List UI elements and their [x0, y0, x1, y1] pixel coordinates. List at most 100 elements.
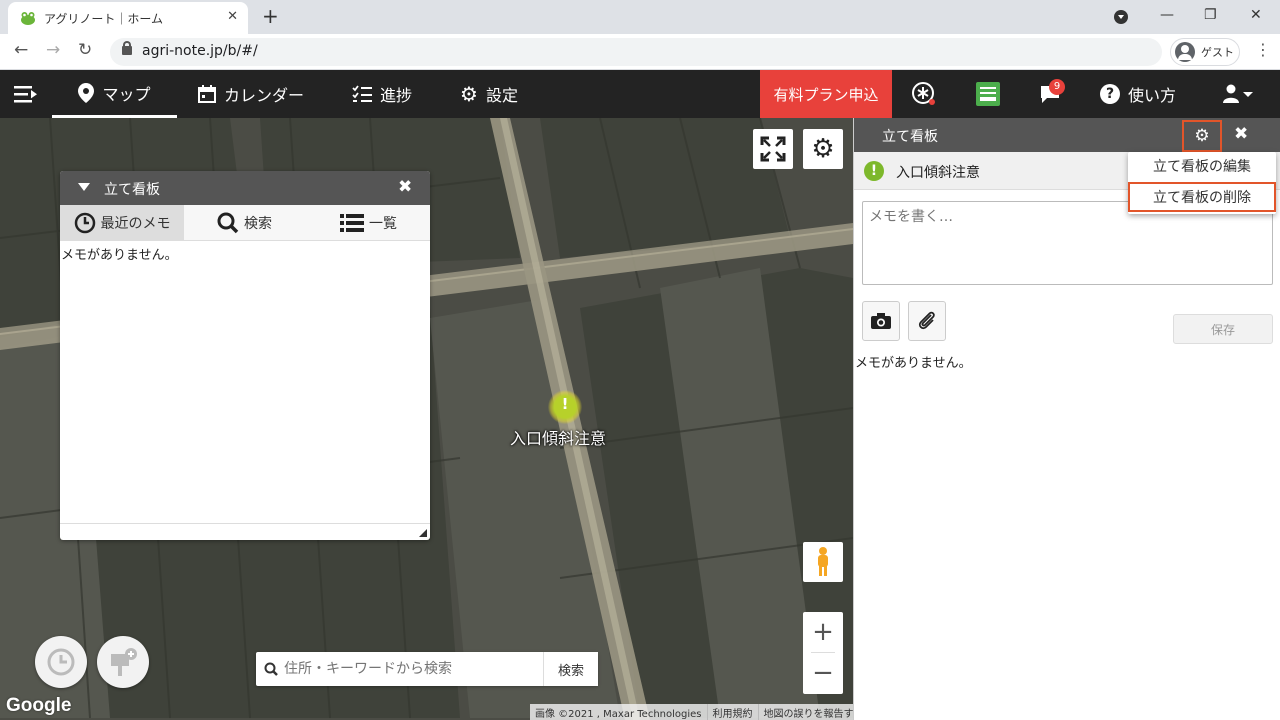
nav-map-label: マップ	[102, 84, 151, 104]
fullscreen-button[interactable]	[753, 129, 793, 169]
nav-progress[interactable]: 進捗	[352, 70, 412, 118]
floating-panel-header[interactable]: 立て看板 ✖	[60, 171, 430, 205]
exclamation-icon: !	[864, 161, 884, 181]
browser-tab[interactable]: アグリノート｜ホーム ✕	[8, 2, 248, 34]
profile-button[interactable]: ゲスト	[1170, 38, 1240, 66]
floating-panel-tabs: 最近のメモ 検索 一覧	[60, 205, 430, 241]
report-error-link[interactable]: 地図の誤りを報告する	[757, 704, 853, 720]
street-view-button[interactable]	[803, 542, 843, 582]
app-navbar: マップ カレンダー 進捗 ⚙ 設定 有料プラン申込 9 ? 使い方	[0, 70, 1280, 118]
url-text: agri-note.jp/b/#/	[142, 43, 258, 59]
weather-icon	[912, 82, 935, 105]
browser-tabstrip: アグリノート｜ホーム ✕ + — ❐ ✕	[0, 0, 1280, 34]
restore-icon[interactable]: ❐	[1204, 7, 1217, 23]
map-pin-icon	[78, 82, 95, 103]
collapse-caret-icon[interactable]	[78, 183, 90, 191]
tab-list-label: 一覧	[369, 216, 397, 232]
clock-icon	[47, 648, 75, 676]
fullscreen-icon	[760, 136, 786, 162]
resize-handle-icon[interactable]	[419, 529, 427, 537]
address-search-input[interactable]	[284, 652, 542, 686]
notebook-icon	[976, 82, 1000, 106]
gear-icon: ⚙	[1194, 126, 1210, 146]
camera-icon	[871, 313, 891, 329]
list-icon	[340, 214, 364, 232]
address-search-button[interactable]: 検索	[543, 652, 598, 686]
tab-search-icon[interactable]	[1114, 10, 1128, 24]
terms-link[interactable]: 利用規約	[706, 704, 758, 720]
browser-tab-title: アグリノート｜ホーム	[44, 12, 164, 26]
nav-calendar-label: カレンダー	[224, 86, 305, 105]
tab-search-label: 検索	[244, 216, 272, 232]
map-attribution: 画像 ©2021 , Maxar Technologies 利用規約 地図の誤り…	[530, 704, 853, 720]
nav-help-label: 使い方	[1128, 86, 1177, 105]
address-bar[interactable]: agri-note.jp/b/#/	[110, 38, 1162, 66]
zoom-in-button[interactable]: +	[803, 612, 843, 652]
menu-item-delete-signboard[interactable]: 立て看板の削除	[1128, 182, 1276, 212]
tab-list[interactable]: 一覧	[340, 205, 397, 241]
frog-favicon-icon	[21, 12, 35, 25]
attach-file-button[interactable]	[908, 301, 946, 341]
notification-badge: 9	[1049, 79, 1065, 95]
nav-help[interactable]: ? 使い方	[1100, 70, 1176, 118]
nav-calendar[interactable]: カレンダー	[198, 70, 304, 118]
checklist-icon	[352, 85, 372, 102]
floating-panel-title: 立て看板	[104, 182, 160, 198]
nav-map[interactable]: マップ	[52, 70, 177, 118]
address-search: 検索	[256, 652, 598, 686]
google-logo[interactable]: Google	[6, 695, 71, 717]
floating-panel-footer	[60, 523, 430, 540]
close-icon[interactable]: ✖	[398, 177, 412, 197]
tab-recent-memos[interactable]: 最近のメモ	[60, 205, 184, 241]
tab-recent-memos-label: 最近のメモ	[100, 216, 171, 232]
pegman-icon	[818, 547, 828, 576]
search-icon	[217, 212, 239, 234]
close-icon[interactable]: ✖	[1234, 124, 1248, 144]
nav-settings[interactable]: ⚙ 設定	[460, 70, 518, 118]
user-menu-button[interactable]	[1222, 70, 1254, 118]
signboard-marker-label: 入口傾斜注意	[510, 429, 607, 448]
paperclip-icon	[918, 311, 935, 330]
window-close-icon[interactable]: ✕	[1250, 7, 1262, 23]
detail-panel-empty-text: メモがありません。	[855, 356, 972, 371]
back-icon[interactable]: ←	[14, 40, 28, 60]
detail-panel-header: 立て看板 ⚙ ✖	[854, 118, 1280, 152]
nav-progress-label: 進捗	[380, 86, 413, 105]
map-settings-button[interactable]: ⚙	[803, 129, 843, 169]
clock-icon	[74, 212, 95, 234]
weather-button[interactable]	[911, 70, 937, 118]
signboard-marker[interactable]	[548, 390, 582, 424]
attach-photo-button[interactable]	[862, 301, 900, 341]
browser-toolbar: ← → ↻ agri-note.jp/b/#/ ゲスト ⋮	[0, 34, 1280, 70]
forward-icon[interactable]: →	[46, 40, 60, 60]
menu-toggle-button[interactable]	[14, 70, 38, 118]
detail-panel-title: 立て看板	[882, 129, 938, 145]
minimize-icon[interactable]: —	[1160, 7, 1174, 23]
add-signboard-icon	[111, 648, 137, 676]
profile-label: ゲスト	[1201, 46, 1234, 59]
zoom-out-button[interactable]: −	[803, 653, 843, 693]
signboard-floating-panel: 立て看板 ✖ 最近のメモ 検索 一覧 メモがありません。	[60, 171, 430, 540]
save-button[interactable]: 保存	[1173, 314, 1273, 344]
profile-avatar-icon	[1175, 42, 1195, 62]
browser-menu-icon[interactable]: ⋮	[1255, 40, 1271, 59]
add-signboard-button[interactable]	[97, 636, 149, 688]
zoom-controls: + −	[803, 612, 843, 694]
history-button[interactable]	[35, 636, 87, 688]
signboard-settings-button[interactable]: ⚙	[1182, 120, 1222, 152]
gear-icon: ⚙	[460, 82, 478, 106]
imagery-credit: 画像 ©2021 , Maxar Technologies	[535, 709, 702, 720]
paid-plan-button[interactable]: 有料プラン申込	[760, 70, 892, 118]
diary-button[interactable]	[975, 70, 1001, 118]
signboard-name: 入口傾斜注意	[896, 165, 980, 181]
nav-settings-label: 設定	[485, 86, 518, 105]
tab-search[interactable]: 検索	[217, 205, 272, 241]
menu-collapse-icon	[14, 86, 37, 103]
menu-item-edit-signboard[interactable]: 立て看板の編集	[1128, 153, 1276, 183]
new-tab-icon[interactable]: +	[262, 4, 279, 28]
tab-close-icon[interactable]: ✕	[227, 9, 238, 24]
reload-icon[interactable]: ↻	[78, 40, 92, 60]
map-canvas[interactable]: 入口傾斜注意 ⚙ 立て看板 ✖ 最近のメモ	[0, 118, 853, 720]
lock-icon	[122, 41, 132, 55]
user-icon	[1223, 84, 1253, 103]
